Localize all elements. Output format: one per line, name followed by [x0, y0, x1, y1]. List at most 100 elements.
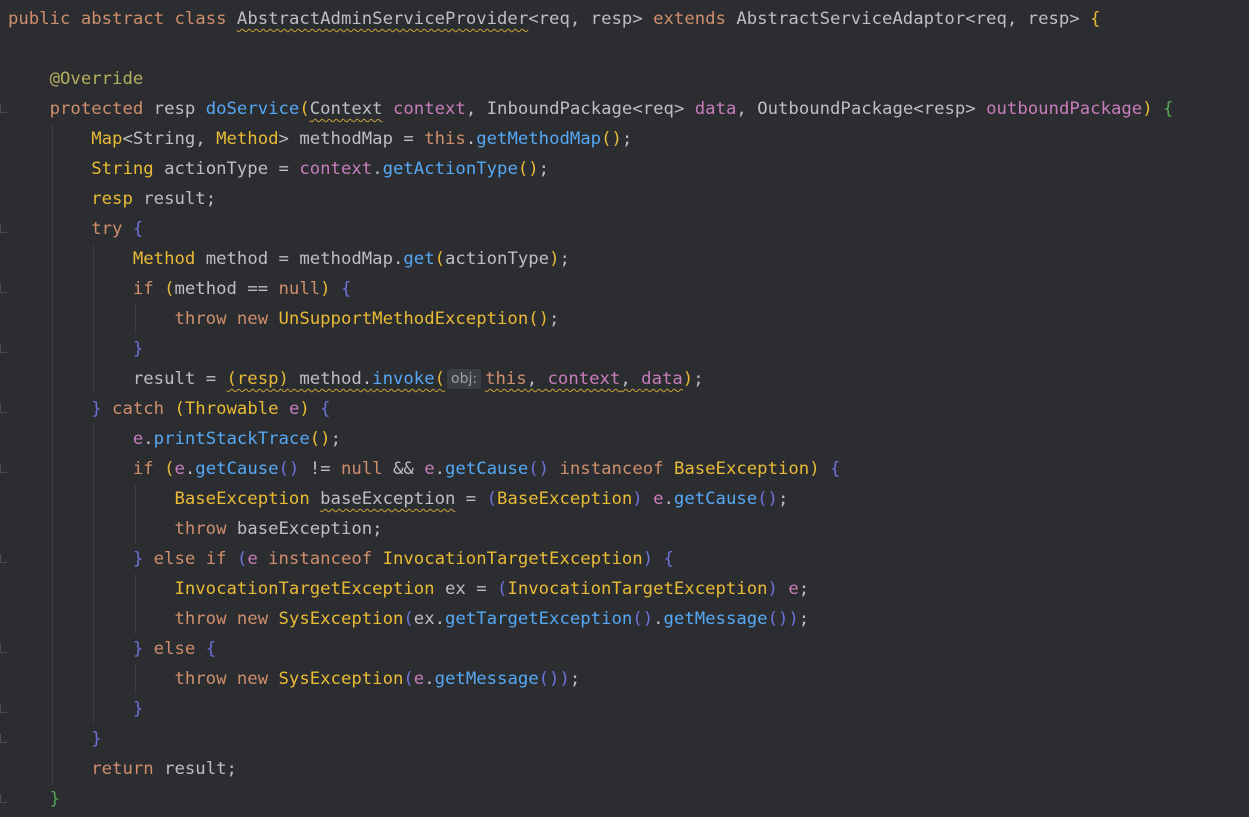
code-token: () [517, 159, 539, 179]
code-token: e [174, 459, 185, 479]
code-line[interactable]: } catch (Throwable e) { [0, 394, 1249, 424]
code-line[interactable]: throw new SysException(e.getMessage()); [0, 664, 1249, 694]
code-area[interactable]: public abstract class AbstractAdminServi… [0, 4, 1249, 814]
code-token: <req, resp> [965, 9, 1091, 29]
code-editor[interactable]: public abstract class AbstractAdminServi… [0, 0, 1249, 817]
code-token: instanceof [559, 459, 674, 479]
code-token: e [132, 429, 144, 449]
code-token: () [632, 609, 654, 629]
code-line[interactable]: } [0, 784, 1249, 814]
code-token: baseException [320, 489, 456, 509]
code-token: getMethodMap [476, 129, 602, 149]
code-line[interactable]: BaseException baseException = (BaseExcep… [0, 484, 1249, 514]
code-line[interactable]: } else { [0, 634, 1249, 664]
code-token: ) [809, 459, 820, 479]
code-line[interactable]: } [0, 724, 1249, 754]
code-token: data [641, 369, 683, 389]
code-line[interactable]: Map<String, Method> methodMap = this.get… [0, 124, 1249, 154]
code-token: ; [621, 129, 633, 149]
code-token: UnSupportMethodException [278, 309, 529, 329]
code-token: InvocationTargetException [382, 549, 643, 569]
code-token: context [393, 99, 466, 119]
code-token: { [830, 459, 841, 479]
code-token: null [340, 459, 383, 479]
code-line[interactable]: } [0, 334, 1249, 364]
code-token: { [340, 279, 352, 299]
code-token: getCause [673, 489, 758, 509]
code-line[interactable]: resp result; [0, 184, 1249, 214]
code-token: <String, [122, 129, 217, 149]
code-token: ( [434, 369, 446, 389]
code-token: get [403, 249, 435, 269]
code-token: SysException [278, 669, 404, 689]
code-token: public [8, 9, 81, 29]
code-token: ; [549, 309, 560, 329]
code-line[interactable]: if (method == null) { [0, 274, 1249, 304]
code-token: } [49, 789, 61, 809]
code-line[interactable]: throw new SysException(ex.getTargetExcep… [0, 604, 1249, 634]
code-token: getActionType [382, 159, 518, 179]
code-token: { [663, 549, 674, 569]
code-line[interactable]: return result; [0, 754, 1249, 784]
code-token: e [788, 579, 799, 599]
code-token: } [132, 339, 144, 359]
code-token: () [767, 609, 789, 629]
code-line[interactable]: public abstract class AbstractAdminServi… [0, 4, 1249, 34]
code-line[interactable]: throw baseException; [0, 514, 1249, 544]
code-token: new [236, 309, 279, 329]
code-token: result = [132, 369, 227, 389]
code-token: (resp) [226, 369, 289, 389]
code-token: { [1090, 9, 1101, 29]
code-line[interactable]: if (e.getCause() != null && e.getCause()… [0, 454, 1249, 484]
code-token: () [538, 669, 560, 689]
code-token: () [278, 459, 300, 479]
code-token: catch [112, 399, 175, 419]
code-token: getCause [195, 459, 279, 479]
code-token: ) [1142, 99, 1153, 119]
code-line[interactable]: @Override [0, 64, 1249, 94]
code-line[interactable]: result = (resp) method.invoke(obj: this, … [0, 364, 1249, 394]
code-token: Method [216, 129, 279, 149]
code-token: doService [205, 99, 300, 119]
code-token: InvocationTargetException [507, 579, 768, 599]
code-token: ex = [434, 579, 498, 599]
code-token: ex. [413, 609, 446, 629]
code-token: printStackTrace [153, 429, 310, 449]
code-token: OutboundPackage [757, 99, 914, 119]
code-line[interactable]: } [0, 694, 1249, 724]
code-token: new [236, 669, 279, 689]
code-line[interactable]: } else if (e instanceof InvocationTarget… [0, 544, 1249, 574]
code-line[interactable]: protected resp doService(Context context… [0, 94, 1249, 124]
code-line[interactable]: try { [0, 214, 1249, 244]
code-line[interactable]: String actionType = context.getActionTyp… [0, 154, 1249, 184]
code-token: ( [434, 249, 446, 269]
code-line[interactable]: e.printStackTrace(); [0, 424, 1249, 454]
code-line[interactable]: Method method = methodMap.get(actionType… [0, 244, 1249, 274]
code-token: ( [403, 609, 414, 629]
code-token: ) [559, 669, 570, 689]
code-token: Throwable [184, 399, 279, 419]
code-token: AbstractAdminServiceProvider [236, 9, 529, 29]
code-line[interactable]: throw new UnSupportMethodException(); [0, 304, 1249, 334]
code-token: { [1163, 99, 1174, 119]
code-line[interactable] [0, 34, 1249, 64]
code-line[interactable]: InvocationTargetException ex = (Invocati… [0, 574, 1249, 604]
code-token: actionType = [153, 159, 300, 179]
code-token: data [694, 99, 737, 119]
code-token: } [132, 699, 144, 719]
